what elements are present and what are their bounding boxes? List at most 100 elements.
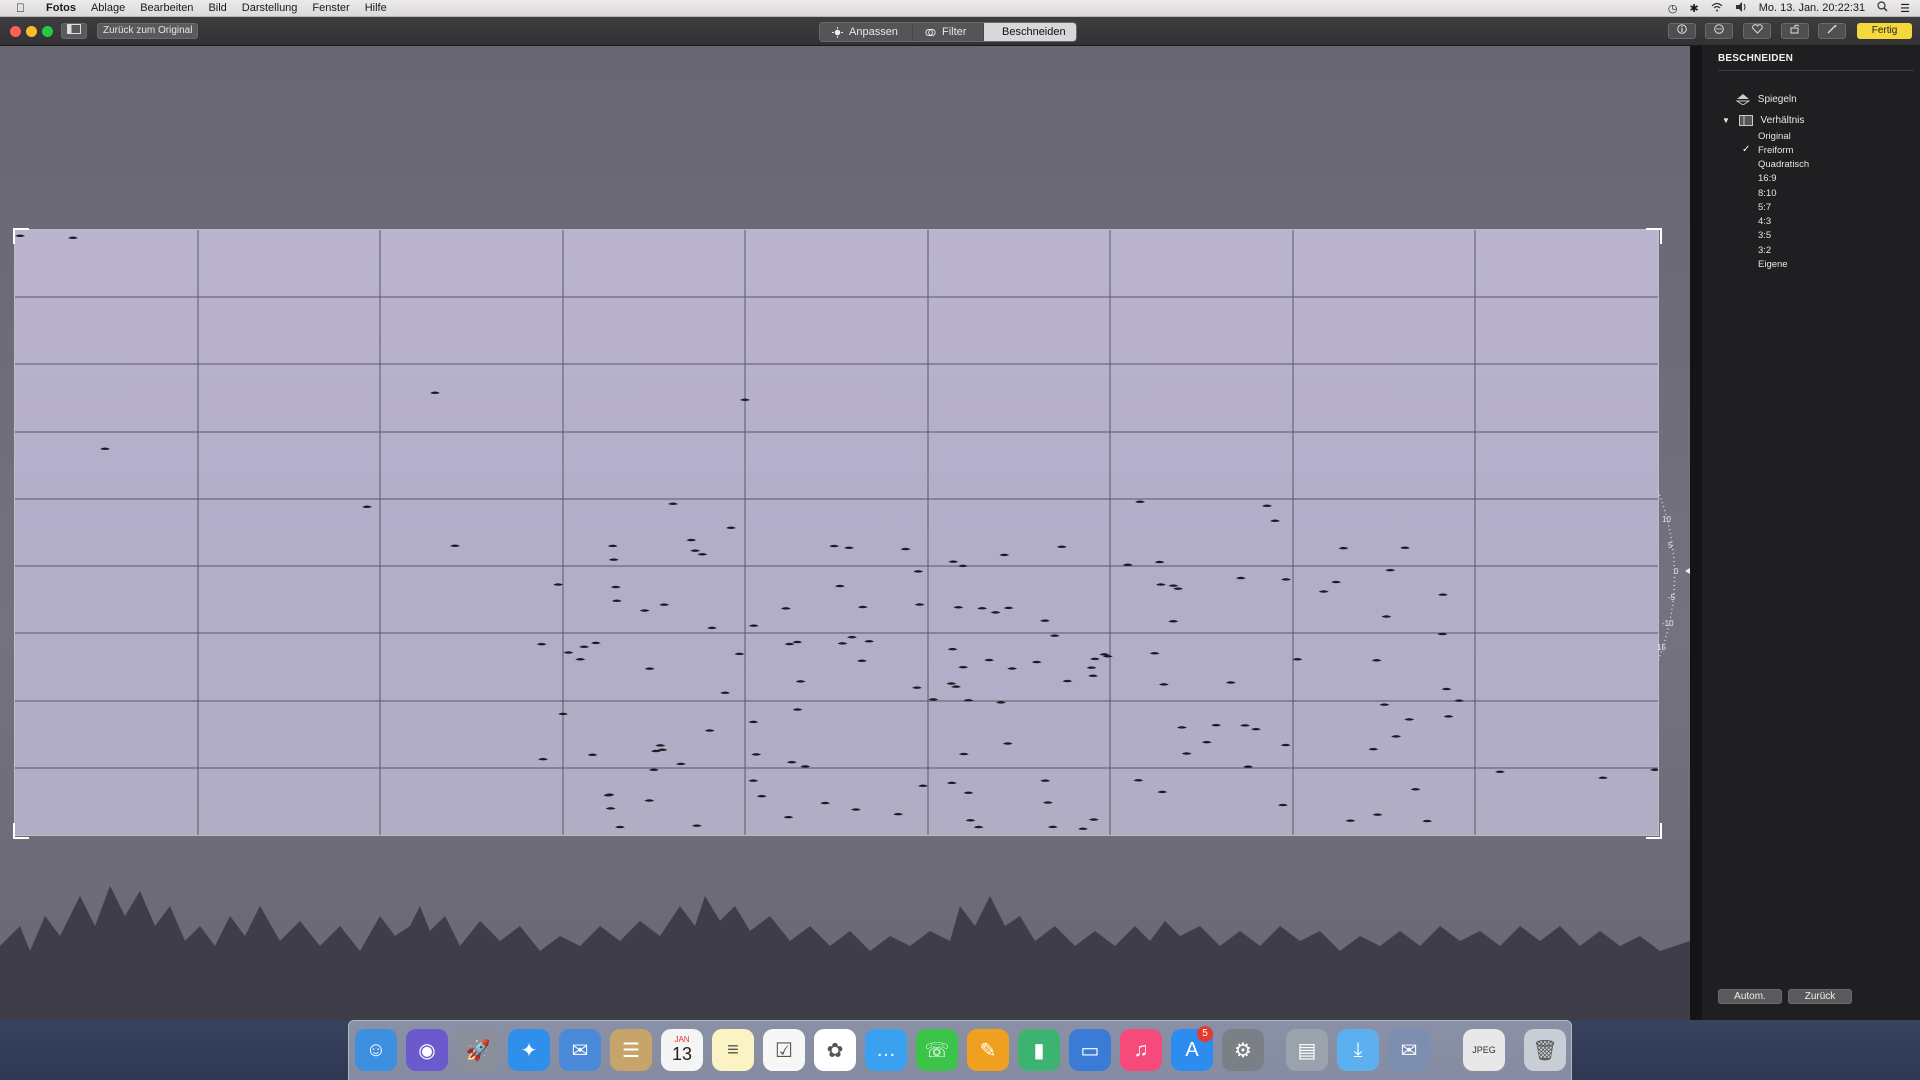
bird-silhouette <box>644 667 655 670</box>
ratio-option-original[interactable]: Original <box>1758 130 1791 144</box>
dock-app-siri[interactable]: ◉ <box>406 1029 448 1071</box>
crop-panel: BESCHNEIDEN Spiegeln ▼ Verhältnis ✓ Orig… <box>1702 46 1920 1020</box>
bird-silhouette <box>707 626 718 630</box>
dock-app-vorschau[interactable]: ✉ <box>1388 1029 1430 1071</box>
menu-ablage[interactable]: Ablage <box>91 0 125 16</box>
menubar-clock[interactable]: Mo. 13. Jan. 20:22:31 <box>1759 2 1865 14</box>
dock-app-launchpad[interactable]: 🚀 <box>457 1029 499 1071</box>
dock-app-fotos[interactable]: ✿ <box>814 1029 856 1071</box>
crop-handle-bottom-left[interactable] <box>13 823 29 839</box>
dock-app-pages[interactable]: ✎ <box>967 1029 1009 1071</box>
tab-adjust[interactable]: Anpassen <box>820 23 913 41</box>
bird-silhouette <box>1437 593 1448 596</box>
dock-app-mail[interactable]: ✉ <box>559 1029 601 1071</box>
menu-app-name[interactable]: Fotos <box>46 0 76 16</box>
ratio-option-custom[interactable]: Eigene <box>1758 258 1788 272</box>
bird-silhouette <box>748 624 759 627</box>
revert-to-original-button[interactable]: Zurück zum Original <box>97 23 199 39</box>
dock-app-safari[interactable]: ✦ <box>508 1029 550 1071</box>
photo-canvas[interactable]: 10 5 0 -5 -10 15 <box>0 46 1690 1020</box>
rotate-button[interactable] <box>1781 23 1809 39</box>
crop-area[interactable] <box>15 230 1658 835</box>
menu-bild[interactable]: Bild <box>208 0 226 16</box>
app-store-badge: 5 <box>1197 1026 1213 1042</box>
minimize-window-button[interactable] <box>26 26 37 37</box>
dock-app-keynote[interactable]: ▭ <box>1069 1029 1111 1071</box>
bluetooth-icon[interactable]: ✱ <box>1689 2 1698 15</box>
favorite-button[interactable] <box>1743 23 1771 39</box>
bird-silhouette <box>990 611 1001 614</box>
close-window-button[interactable] <box>10 26 21 37</box>
dock-app-nachrichten[interactable]: … <box>865 1029 907 1071</box>
bird-silhouette <box>740 398 750 401</box>
bird-silhouette <box>1225 681 1236 684</box>
dock-app-numbers[interactable]: ▮ <box>1018 1029 1060 1071</box>
dock-app-festplattendienstprogramm[interactable]: ▤ <box>1286 1029 1328 1071</box>
dock-app-kontakte[interactable]: ☰ <box>610 1029 652 1071</box>
crop-handle-top-right[interactable] <box>1646 228 1662 244</box>
bird-silhouette <box>1404 718 1415 721</box>
dock-app-notizen[interactable]: ≡ <box>712 1029 754 1071</box>
volume-icon[interactable] <box>1735 1 1747 15</box>
dock-app-finder[interactable]: ☺ <box>355 1029 397 1071</box>
calendar-month: JAN <box>674 1035 690 1044</box>
tab-crop[interactable]: Beschneiden <box>984 23 1076 41</box>
reset-crop-button[interactable]: Zurück <box>1788 989 1852 1004</box>
ratio-option-16-9[interactable]: 16:9 <box>1758 172 1777 186</box>
zoom-window-button[interactable] <box>42 26 53 37</box>
dock-app-systemeinstellungen[interactable]: ⚙ <box>1222 1029 1264 1071</box>
ratio-option-3-5[interactable]: 3:5 <box>1758 229 1771 243</box>
ratio-option-4-3[interactable]: 4:3 <box>1758 215 1771 229</box>
info-button[interactable] <box>1668 23 1696 39</box>
bird-silhouette <box>846 635 857 639</box>
more-button[interactable] <box>1705 23 1733 39</box>
sidebar-toggle-button[interactable] <box>61 23 87 39</box>
tab-filter[interactable]: Filter <box>913 23 984 41</box>
dock-app-icon: ⤓ <box>1353 1038 1363 1061</box>
ratio-option-freeform[interactable]: Freiform <box>1758 144 1793 158</box>
bird-silhouette <box>1078 827 1088 830</box>
crop-handle-bottom-right[interactable] <box>1646 823 1662 839</box>
time-machine-icon[interactable]: ◷ <box>1668 2 1678 15</box>
dock-app-erinnerungen[interactable]: ☑ <box>763 1029 805 1071</box>
more-icon <box>1714 24 1724 34</box>
dock-app-kalender[interactable]: JAN 13 <box>661 1029 703 1071</box>
ratio-section-toggle[interactable]: ▼ Verhältnis <box>1722 114 1804 128</box>
dock-app-jpeg-datei[interactable]: JPEG <box>1463 1029 1505 1071</box>
menu-darstellung[interactable]: Darstellung <box>242 0 298 16</box>
menu-bar:  Fotos Ablage Bearbeiten Bild Darstellu… <box>0 0 1920 17</box>
ratio-icon <box>1738 114 1753 126</box>
enhance-button[interactable] <box>1818 23 1846 39</box>
spotlight-icon[interactable] <box>1877 1 1888 15</box>
bird-silhouette <box>748 779 759 782</box>
dock-app-icon: ☏ <box>924 1039 950 1062</box>
dock-app-papierkorb[interactable]: 🗑 <box>1524 1029 1566 1071</box>
notification-center-icon[interactable]: ☰ <box>1900 2 1910 15</box>
bird-silhouette <box>614 825 625 829</box>
menu-fenster[interactable]: Fenster <box>312 0 349 16</box>
wifi-icon[interactable] <box>1711 2 1723 15</box>
menu-bearbeiten[interactable]: Bearbeiten <box>140 0 193 16</box>
bird-silhouette <box>1155 583 1166 586</box>
crop-handle-top-left[interactable] <box>13 228 29 244</box>
menu-hilfe[interactable]: Hilfe <box>365 0 387 16</box>
dock-app-icon: ▮ <box>1033 1039 1045 1062</box>
flip-label: Spiegeln <box>1757 94 1797 105</box>
straighten-dial[interactable]: 10 5 0 -5 -10 15 <box>1656 486 1690 666</box>
ratio-option-square[interactable]: Quadratisch <box>1758 158 1809 172</box>
apple-menu-icon[interactable]:  <box>16 1 32 15</box>
bird-silhouette <box>605 807 616 810</box>
flip-button[interactable]: Spiegeln <box>1735 93 1797 107</box>
ratio-option-5-7[interactable]: 5:7 <box>1758 201 1771 215</box>
auto-crop-button[interactable]: Autom. <box>1718 989 1782 1004</box>
bird-silhouette <box>795 680 806 683</box>
bird-silhouette <box>1042 801 1053 804</box>
ratio-option-8-10[interactable]: 8:10 <box>1758 187 1777 201</box>
bird-silhouette <box>726 526 736 529</box>
dock-app-itunes[interactable]: ♫ <box>1120 1029 1162 1071</box>
dock-app-facetime[interactable]: ☏ <box>916 1029 958 1071</box>
done-button[interactable]: Fertig <box>1857 23 1912 39</box>
dock-app-vorschau-downloads[interactable]: ⤓ <box>1337 1029 1379 1071</box>
bird-silhouette <box>1062 679 1073 683</box>
ratio-option-3-2[interactable]: 3:2 <box>1758 244 1771 258</box>
